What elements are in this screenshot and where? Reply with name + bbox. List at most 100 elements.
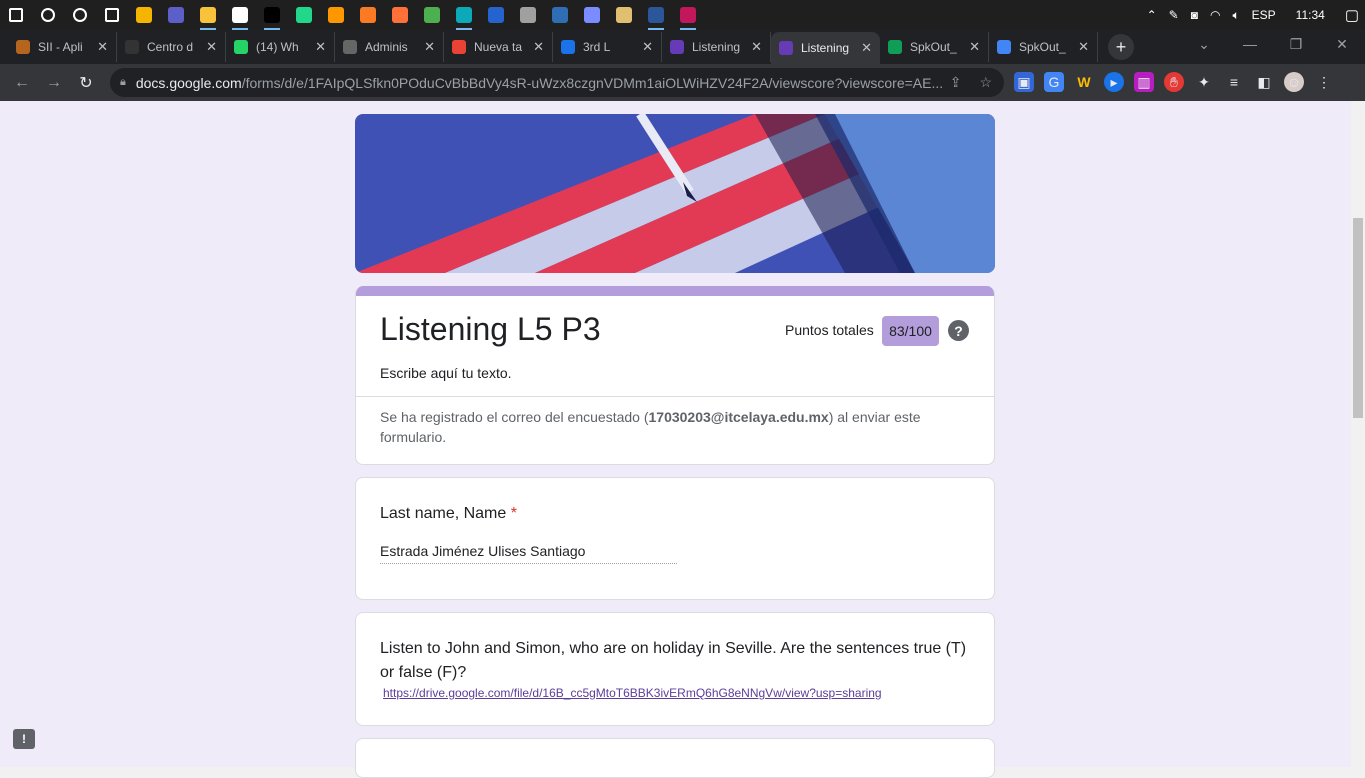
browser-tab[interactable]: 3rd L ✕ — [553, 32, 662, 62]
calculator-icon[interactable] — [512, 0, 544, 30]
translate-icon[interactable]: G — [1044, 72, 1064, 92]
cortana-icon[interactable] — [64, 0, 96, 30]
windows-taskbar: ⌃ ✎ ◙ ◠ 🔈︎ ESP 11:34 ▢ — [0, 0, 1365, 30]
report-feedback-icon[interactable]: ! — [13, 729, 35, 749]
favicon-icon — [779, 41, 793, 55]
app-icon[interactable] — [416, 0, 448, 30]
app-icon[interactable] — [224, 0, 256, 30]
browser-tab[interactable]: Listening ✕ — [662, 32, 771, 62]
extension-icon[interactable]: ▸ — [1104, 72, 1124, 92]
tab-title: Centro d — [147, 40, 194, 54]
divider — [356, 396, 994, 397]
reading-list-icon[interactable]: ≡ — [1224, 72, 1244, 92]
lock-icon[interactable]: 🔒︎ — [120, 76, 126, 89]
tab-title: 3rd L — [583, 40, 611, 54]
restore-button[interactable]: ❐ — [1273, 30, 1319, 60]
virtualbox-icon[interactable] — [544, 0, 576, 30]
intellij-icon[interactable] — [256, 0, 288, 30]
accent-bar — [356, 286, 994, 296]
scrollbar-thumb[interactable] — [1353, 218, 1363, 418]
system-tray: ⌃ ✎ ◙ ◠ 🔈︎ ESP 11:34 ▢ — [1141, 0, 1365, 30]
side-panel-icon[interactable]: ◧ — [1254, 72, 1274, 92]
xampp-icon[interactable] — [352, 0, 384, 30]
browser-tab[interactable]: SpkOut_ ✕ — [880, 32, 989, 62]
address-bar[interactable]: 🔒︎ docs.google.com /forms/d/e/1FAIpQLSfk… — [110, 68, 1004, 97]
reload-icon[interactable]: ↻ — [70, 73, 102, 93]
tab-title: Nueva ta — [474, 40, 523, 54]
extension-icon[interactable]: W — [1074, 72, 1094, 92]
browser-toolbar: ← → ↻ 🔒︎ docs.google.com /forms/d/e/1FAI… — [0, 64, 1365, 101]
email-note-prefix: Se ha registrado el correo del encuestad… — [380, 409, 649, 425]
url-host: docs.google.com — [135, 74, 242, 91]
extension-icon[interactable]: ▣ — [1014, 72, 1034, 92]
favicon-icon — [125, 40, 139, 54]
edge-icon[interactable] — [448, 0, 480, 30]
extension-icon[interactable]: ▥ — [1134, 72, 1154, 92]
puzzle-icon[interactable]: ✦ — [1194, 72, 1214, 92]
browser-tab[interactable]: SII - Apli ✕ — [8, 32, 117, 62]
language-indicator[interactable]: ESP — [1246, 8, 1282, 22]
question-title: Last name, Name * — [380, 505, 517, 523]
scrollbar[interactable] — [1351, 101, 1365, 767]
forward-icon[interactable]: → — [38, 74, 70, 92]
browser-tab[interactable]: Listening ✕ — [771, 32, 880, 64]
more-menu-icon[interactable]: ⋮ — [1314, 72, 1334, 92]
close-tab-icon[interactable]: ✕ — [315, 39, 326, 55]
todo-icon[interactable] — [480, 0, 512, 30]
adblock-icon[interactable]: ✋︎ — [1164, 72, 1184, 92]
file-explorer-icon[interactable] — [192, 0, 224, 30]
close-tab-icon[interactable]: ✕ — [1078, 39, 1089, 55]
volume-icon[interactable]: 🔈︎ — [1226, 8, 1245, 23]
search-icon[interactable] — [32, 0, 64, 30]
pen-icon[interactable]: ✎ — [1163, 8, 1185, 22]
back-icon[interactable]: ← — [6, 74, 38, 92]
clock[interactable]: 11:34 — [1282, 8, 1339, 22]
help-icon[interactable]: ? — [948, 320, 969, 341]
new-tab-button[interactable]: + — [1108, 34, 1134, 60]
minimize-button[interactable]: — — [1227, 30, 1273, 60]
favicon-icon — [16, 40, 30, 54]
browser-tab-strip: SII - Apli ✕ Centro d ✕ (14) Wh ✕ Adminis ✕ Nuev… — [0, 30, 1365, 64]
avatar[interactable]: ☺ — [1284, 72, 1304, 92]
close-window-button[interactable]: ✕ — [1319, 30, 1365, 60]
close-tab-icon[interactable]: ✕ — [751, 39, 762, 55]
tab-title: Adminis — [365, 40, 408, 54]
windows-start-icon[interactable] — [0, 0, 32, 30]
tool-icon[interactable] — [608, 0, 640, 30]
task-view-icon[interactable] — [96, 0, 128, 30]
chevron-up-icon[interactable]: ⌃ — [1141, 8, 1163, 22]
close-tab-icon[interactable]: ✕ — [97, 39, 108, 55]
browser-tab[interactable]: (14) Wh ✕ — [226, 32, 335, 62]
browser-tab[interactable]: Adminis ✕ — [335, 32, 444, 62]
notifications-icon[interactable]: ▢ — [1339, 6, 1365, 24]
teams-icon[interactable] — [160, 0, 192, 30]
app-icon[interactable] — [576, 0, 608, 30]
audio-link[interactable]: https://drive.google.com/file/d/16B_cc5g… — [383, 686, 882, 700]
wifi-icon[interactable]: ◠ — [1204, 8, 1226, 22]
close-tab-icon[interactable]: ✕ — [969, 39, 980, 55]
favicon-icon — [452, 40, 466, 54]
tab-title: SpkOut_ — [910, 40, 957, 54]
close-tab-icon[interactable]: ✕ — [642, 39, 653, 55]
close-tab-icon[interactable]: ✕ — [206, 39, 217, 55]
question-card-instructions: Listen to John and Simon, who are on hol… — [355, 612, 995, 726]
close-tab-icon[interactable]: ✕ — [533, 39, 544, 55]
browser-tab[interactable]: Nueva ta ✕ — [444, 32, 553, 62]
chrome-icon[interactable] — [128, 0, 160, 30]
browser-tab[interactable]: Centro d ✕ — [117, 32, 226, 62]
firefox-icon[interactable] — [384, 0, 416, 30]
app-icon[interactable] — [672, 0, 704, 30]
share-icon[interactable]: ⇪ — [950, 74, 962, 91]
camera-icon[interactable]: ◙ — [1185, 8, 1204, 22]
sublime-icon[interactable] — [320, 0, 352, 30]
bookmark-star-icon[interactable]: ☆ — [979, 74, 992, 91]
browser-tab[interactable]: SpkOut_ ✕ — [989, 32, 1098, 62]
close-tab-icon[interactable]: ✕ — [424, 39, 435, 55]
form-header-card: Listening L5 P3 Puntos totales 83/100 ? … — [355, 286, 995, 465]
pycharm-icon[interactable] — [288, 0, 320, 30]
tab-search-icon[interactable]: ⌄ — [1181, 30, 1227, 60]
tab-title: Listening — [692, 40, 741, 54]
word-icon[interactable] — [640, 0, 672, 30]
page-title: Listening L5 P3 — [380, 311, 601, 347]
close-tab-icon[interactable]: ✕ — [861, 40, 872, 56]
